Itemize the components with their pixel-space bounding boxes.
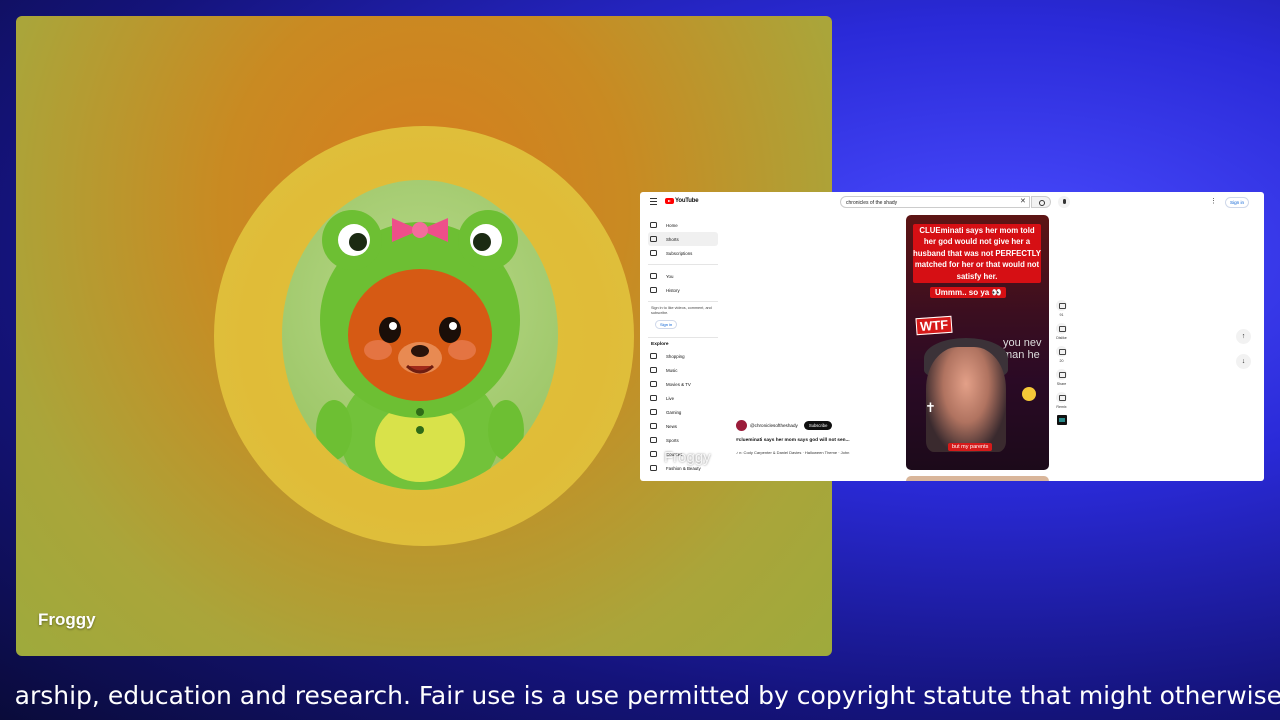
previous-short-button[interactable]: ↑ [1236, 329, 1251, 344]
clear-search-icon[interactable]: ✕ [1020, 198, 1026, 205]
short-title[interactable]: #clueminati says her mom says god will n… [736, 438, 906, 443]
movies-icon [650, 381, 657, 387]
cross-sticker-icon: ✝ [925, 400, 936, 415]
participant-watermark: Froggy [648, 449, 711, 466]
participant-name: Froggy [38, 610, 96, 629]
video-subtitle: but my parents [948, 443, 993, 451]
short-video-player[interactable]: CLUEminati says her mom told her god wou… [906, 215, 1049, 470]
sidebar-item-shorts[interactable]: Shorts [648, 232, 718, 246]
youtube-logo[interactable]: YouTube [665, 198, 699, 204]
like-count: 91 [1059, 313, 1064, 317]
video-person [926, 347, 1006, 452]
channel-avatar[interactable] [736, 420, 747, 431]
sidebar-sign-in-button[interactable]: Sign in [655, 320, 678, 329]
sidebar: Home Shorts Subscriptions You History Si… [648, 218, 718, 475]
home-icon [650, 222, 657, 228]
sidebar-item-music[interactable]: Music [648, 363, 718, 377]
next-short-preview[interactable] [906, 476, 1049, 481]
sidebar-item-subscriptions[interactable]: Subscriptions [648, 246, 718, 260]
sound-thumbnail[interactable] [1056, 415, 1067, 425]
sidebar-item-sports[interactable]: Sports [648, 433, 718, 447]
you-icon [650, 273, 657, 279]
share-label: Share [1056, 382, 1067, 386]
video-background-text: you nev man he [1003, 337, 1042, 361]
channel-name[interactable]: @chroniclesoftheshady [750, 423, 798, 428]
live-icon [650, 395, 657, 401]
comments-button[interactable] [1056, 346, 1067, 357]
sidebar-item-you[interactable]: You [648, 269, 718, 283]
subscriptions-icon [650, 250, 657, 256]
gaming-icon [650, 409, 657, 415]
emoji-sticker-icon [1022, 387, 1036, 401]
dislike-button[interactable] [1056, 323, 1067, 334]
explore-heading: Explore [651, 342, 669, 347]
next-short-button[interactable]: ↓ [1236, 354, 1251, 369]
search-input[interactable]: chronicles of the shady [840, 196, 1030, 208]
like-button[interactable] [1056, 300, 1067, 311]
shared-screen: YouTube chronicles of the shady ✕ ⋮ Sign… [640, 192, 1264, 481]
music-icon [650, 367, 657, 373]
signin-note: Sign in to like videos, comment, and sub… [651, 306, 712, 315]
mic-icon[interactable] [1058, 196, 1070, 208]
wtf-sticker: WTF [915, 315, 953, 336]
divider [648, 337, 718, 338]
sidebar-item-shopping[interactable]: Shopping [648, 349, 718, 363]
youtube-header: YouTube chronicles of the shady ✕ ⋮ Sign… [640, 192, 1264, 212]
shorts-icon [650, 236, 657, 242]
dislike-label: Dislike [1056, 336, 1067, 340]
divider [648, 301, 718, 302]
more-options-icon[interactable]: ⋮ [1210, 197, 1217, 205]
scrolling-disclaimer: arship, education and research. Fair use… [0, 676, 1280, 716]
remix-button[interactable] [1056, 392, 1067, 403]
subscribe-button[interactable]: Subscribe [803, 421, 833, 430]
shopping-icon [650, 353, 657, 359]
menu-icon[interactable] [650, 198, 657, 207]
short-metadata: @chroniclesoftheshady Subscribe #cluemin… [736, 420, 906, 455]
search-button[interactable] [1031, 196, 1051, 208]
camera-off-icon [648, 450, 661, 463]
remix-label: Remix [1056, 405, 1067, 409]
video-caption-2: Ummm.. so ya 👀 [930, 287, 1007, 298]
history-icon [650, 287, 657, 293]
frog-character-image [316, 210, 524, 490]
news-icon [650, 423, 657, 429]
sidebar-item-live[interactable]: Live [648, 391, 718, 405]
divider [648, 264, 718, 265]
sidebar-item-home[interactable]: Home [648, 218, 718, 232]
youtube-logo-text: YouTube [675, 198, 699, 204]
disclaimer-text: arship, education and research. Fair use… [14, 681, 1280, 710]
youtube-play-icon [665, 198, 674, 204]
comments-count: 20 [1059, 359, 1064, 363]
video-caption: CLUEminati says her mom told her god wou… [913, 224, 1041, 284]
sign-in-button[interactable]: Sign in [1225, 197, 1250, 208]
short-actions: 91 Dislike 20 Share Remix [1054, 300, 1069, 425]
share-button[interactable] [1056, 369, 1067, 380]
sidebar-item-gaming[interactable]: Gaming [648, 405, 718, 419]
sports-icon [650, 437, 657, 443]
sidebar-item-news[interactable]: News [648, 419, 718, 433]
sidebar-item-history[interactable]: History [648, 283, 718, 297]
music-credit[interactable]: ♪ n: Cody Carpenter & Daniel Davies · Ha… [736, 450, 906, 455]
sidebar-item-movies[interactable]: Movies & TV [648, 377, 718, 391]
avatar [282, 180, 558, 490]
